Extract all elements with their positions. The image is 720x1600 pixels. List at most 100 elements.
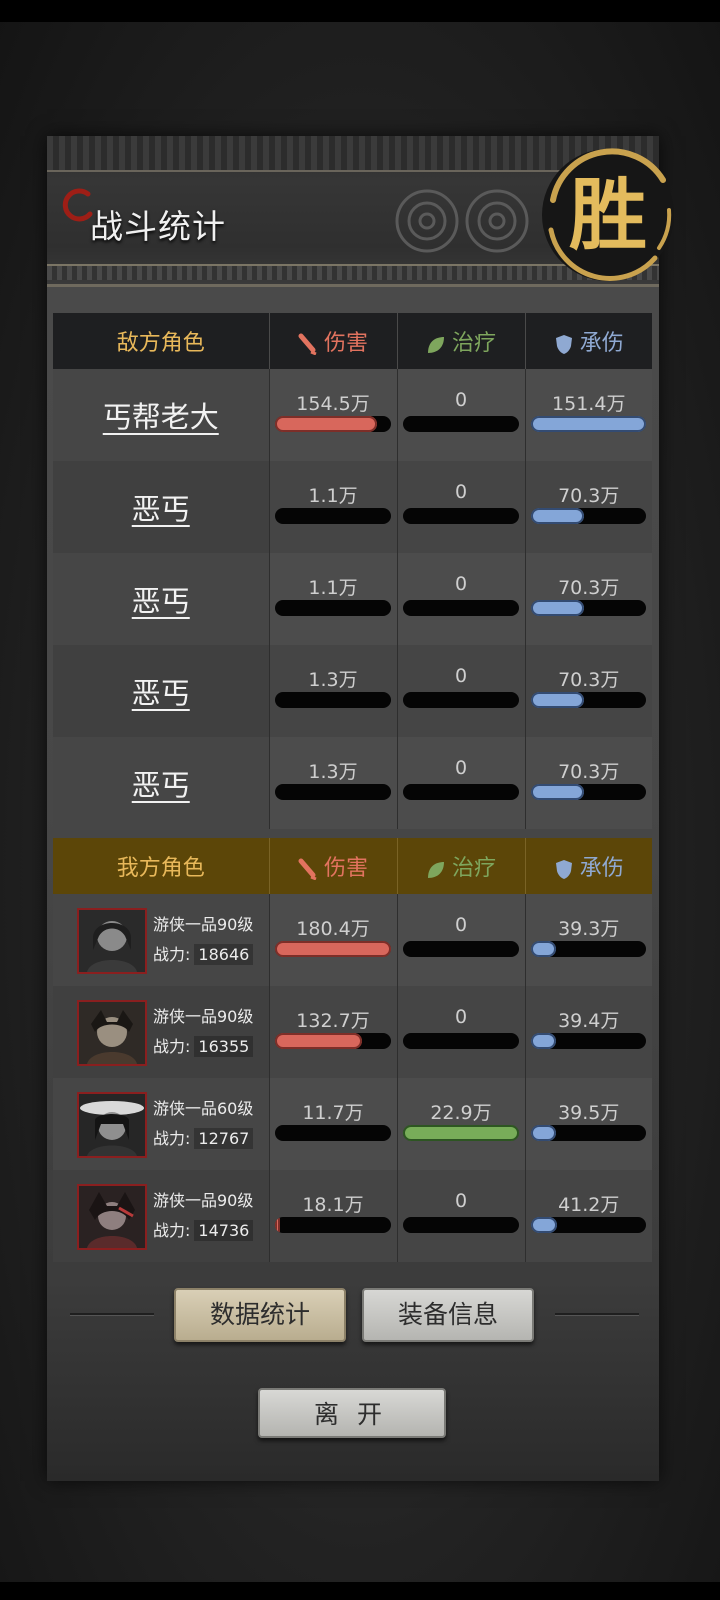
- tank-bar: [530, 416, 646, 432]
- sword-icon: [298, 858, 317, 880]
- data-stats-tab-button[interactable]: 数据统计: [174, 1288, 346, 1342]
- damage-header[interactable]: 伤害: [268, 313, 397, 369]
- tank-bar-fill: [530, 600, 584, 616]
- tank-header[interactable]: 承伤: [524, 313, 652, 369]
- enemy-name[interactable]: 恶丐: [53, 553, 269, 645]
- tank-bar-fill: [530, 508, 584, 524]
- damage-stat: 180.4万: [268, 894, 397, 986]
- character-power: 战力: 12767: [153, 1125, 254, 1149]
- damage-value: 1.1万: [308, 485, 358, 507]
- tank-bar-fill: [530, 1033, 556, 1049]
- heal-value: 0: [454, 914, 468, 936]
- heal-bar-fill: [402, 1125, 519, 1141]
- tank-bar-fill: [530, 941, 556, 957]
- tank-bar: [530, 692, 646, 708]
- avatar: [79, 1002, 145, 1064]
- damage-value: 1.1万: [308, 577, 358, 599]
- enemy-name[interactable]: 恶丐: [53, 645, 269, 737]
- ally-info[interactable]: 游侠一品60级 战力: 12767: [53, 1078, 269, 1170]
- damage-stat: 154.5万: [268, 369, 397, 461]
- heal-bar: [402, 1125, 519, 1141]
- tank-header-label: 承伤: [579, 856, 624, 881]
- damage-header-label: 伤害: [323, 856, 368, 881]
- character-portrait[interactable]: [77, 1092, 147, 1158]
- ally-row[interactable]: 游侠一品60级 战力: 12767 11.7万 22.9万 39.5万: [53, 1078, 652, 1170]
- tank-value: 39.5万: [558, 1102, 620, 1124]
- enemy-row[interactable]: 恶丐 1.1万 0 70.3万: [53, 553, 652, 645]
- ally-info[interactable]: 游侠一品90级 战力: 16355: [53, 986, 269, 1078]
- heal-stat: 0: [396, 894, 525, 986]
- heal-header[interactable]: 治疗: [396, 313, 525, 369]
- enemy-name[interactable]: 恶丐: [53, 461, 269, 553]
- equipment-info-tab-button[interactable]: 装备信息: [362, 1288, 534, 1342]
- damage-value: 132.7万: [296, 1010, 370, 1032]
- tank-value: 70.3万: [558, 577, 620, 599]
- heal-value: 0: [454, 573, 468, 595]
- tank-bar: [530, 1125, 646, 1141]
- tank-value: 70.3万: [558, 761, 620, 783]
- heal-header-label: 治疗: [451, 856, 496, 881]
- damage-value: 1.3万: [308, 669, 358, 691]
- heal-bar: [402, 416, 519, 432]
- tank-header[interactable]: 承伤: [524, 838, 652, 894]
- ally-info[interactable]: 游侠一品90级 战力: 14736: [53, 1170, 269, 1262]
- character-portrait[interactable]: [77, 1184, 147, 1250]
- ally-role-header: 我方角色: [116, 856, 205, 881]
- enemy-row[interactable]: 丐帮老大 154.5万 0 151.4万: [53, 369, 652, 461]
- character-portrait[interactable]: [77, 908, 147, 974]
- damage-header[interactable]: 伤害: [268, 838, 397, 894]
- tank-bar: [530, 784, 646, 800]
- enemy-name[interactable]: 丐帮老大: [53, 369, 269, 461]
- enemy-row[interactable]: 恶丐 1.3万 0 70.3万: [53, 645, 652, 737]
- tank-value: 39.3万: [558, 918, 620, 940]
- status-bar: [0, 0, 720, 22]
- ally-row[interactable]: 游侠一品90级 战力: 14736 18.1万 0 41.2万: [53, 1170, 652, 1262]
- sword-icon: [298, 333, 317, 355]
- power-value: 14736: [194, 1220, 254, 1241]
- damage-value: 1.3万: [308, 761, 358, 783]
- power-value: 18646: [194, 944, 254, 965]
- ally-info[interactable]: 游侠一品90级 战力: 18646: [53, 894, 269, 986]
- heal-bar: [402, 1217, 519, 1233]
- ally-row[interactable]: 游侠一品90级 战力: 18646 180.4万 0 39.3万: [53, 894, 652, 986]
- damage-stat: 1.3万: [268, 645, 397, 737]
- ally-header-row: 我方角色 伤害 治疗 承伤: [53, 838, 652, 894]
- damage-value: 180.4万: [296, 918, 370, 940]
- page-title: 战斗统计: [90, 207, 226, 246]
- character-power: 战力: 16355: [153, 1033, 254, 1057]
- tank-bar-fill: [530, 1217, 558, 1233]
- tank-bar: [530, 1217, 646, 1233]
- damage-bar: [274, 508, 391, 524]
- damage-bar-fill: [274, 1033, 362, 1049]
- heal-value: 0: [454, 757, 468, 779]
- heal-header[interactable]: 治疗: [396, 838, 525, 894]
- heal-bar: [402, 784, 519, 800]
- damage-bar-fill: [274, 941, 391, 957]
- divider-right: [555, 1313, 639, 1315]
- heal-stat: 0: [396, 1170, 525, 1262]
- heal-value: 0: [454, 1006, 468, 1028]
- character-portrait[interactable]: [77, 1000, 147, 1066]
- character-power: 战力: 14736: [153, 1217, 254, 1241]
- navigation-bar: [0, 1582, 720, 1600]
- heal-bar: [402, 508, 519, 524]
- ally-row[interactable]: 游侠一品90级 战力: 16355 132.7万 0 39.4万: [53, 986, 652, 1078]
- tank-stat: 70.3万: [524, 645, 652, 737]
- avatar: [79, 1186, 145, 1248]
- victory-seal: 胜: [542, 148, 674, 281]
- heal-value: 22.9万: [430, 1102, 492, 1124]
- heal-value: 0: [454, 1190, 468, 1212]
- heal-value: 0: [454, 665, 468, 687]
- tank-bar-fill: [530, 416, 646, 432]
- enemy-row[interactable]: 恶丐 1.3万 0 70.3万: [53, 737, 652, 829]
- shield-icon: [555, 860, 572, 879]
- heal-bar: [402, 600, 519, 616]
- power-value: 16355: [194, 1036, 254, 1057]
- enemy-row[interactable]: 恶丐 1.1万 0 70.3万: [53, 461, 652, 553]
- tank-bar: [530, 941, 646, 957]
- leave-button[interactable]: 离开: [258, 1388, 446, 1438]
- enemy-name[interactable]: 恶丐: [53, 737, 269, 829]
- heal-value: 0: [454, 481, 468, 503]
- tank-stat: 41.2万: [524, 1170, 652, 1262]
- heal-value: 0: [454, 389, 468, 411]
